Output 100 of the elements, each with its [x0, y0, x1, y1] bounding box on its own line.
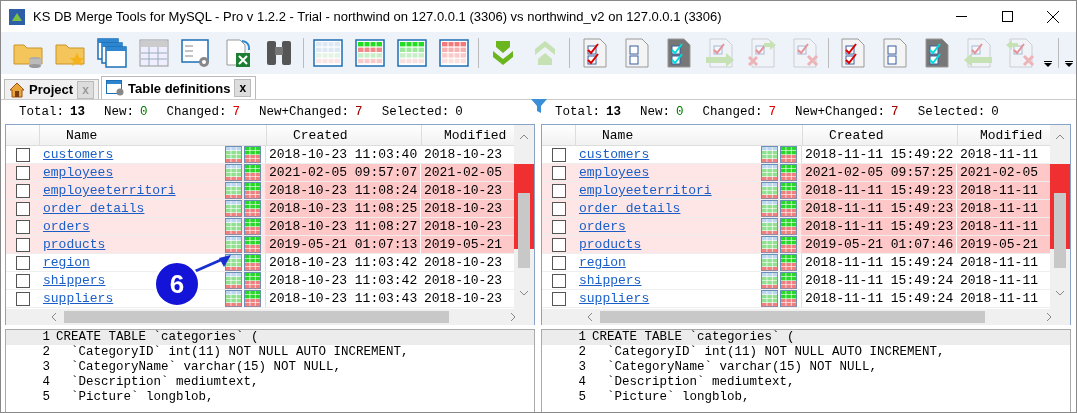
table-row[interactable]: employeeterritori 2018-10-23 11:08:24 2018-10-23: [6, 182, 514, 200]
table-row[interactable]: orders 2018-10-23 11:08:27 2018-10-23: [6, 218, 514, 236]
checkbox[interactable]: [15, 291, 30, 306]
stat-value: 0: [140, 105, 148, 119]
table-settings-icon[interactable]: [179, 37, 212, 69]
checkbox[interactable]: [15, 237, 30, 252]
checkbox[interactable]: [551, 183, 566, 198]
checkbox[interactable]: [551, 291, 566, 306]
checkbox[interactable]: [551, 165, 566, 180]
column-header[interactable]: Name: [576, 125, 803, 145]
overflow-icon[interactable]: [1044, 61, 1053, 67]
table-name-link[interactable]: employees: [39, 165, 114, 180]
table-name-link[interactable]: shippers: [39, 273, 106, 288]
checkbox[interactable]: [551, 147, 566, 162]
created-cell: 2021-02-05 09:57:25: [802, 164, 957, 181]
column-header[interactable]: Created: [803, 125, 958, 145]
checkbox[interactable]: [15, 255, 30, 270]
table-name-link[interactable]: employeeterritori: [39, 183, 176, 198]
diff-grid-icon[interactable]: [354, 37, 387, 69]
created-cell: 2018-11-11 15:49:23: [802, 182, 957, 199]
checkbox[interactable]: [551, 237, 566, 252]
data-grid-icon: [780, 164, 797, 181]
table-name-link[interactable]: products: [39, 237, 106, 252]
table-name-link[interactable]: suppliers: [575, 291, 650, 306]
table-name-link[interactable]: employees: [575, 165, 650, 180]
filter-icon[interactable]: [531, 99, 547, 113]
overflow-icon[interactable]: [1065, 61, 1074, 67]
table-icon: [761, 182, 778, 199]
tab-close-button[interactable]: x: [234, 79, 252, 97]
table-name-link[interactable]: customers: [575, 147, 650, 162]
table-row[interactable]: customers 2018-10-23 11:03:40 2018-10-23: [6, 146, 514, 164]
table-name-link[interactable]: orders: [39, 219, 90, 234]
stat-label: Changed:: [166, 105, 227, 119]
checkbox[interactable]: [551, 255, 566, 270]
removed-rows-grid-icon[interactable]: [438, 37, 471, 69]
table-name-link[interactable]: order details: [39, 201, 145, 216]
table-name-link[interactable]: orders: [575, 219, 626, 234]
column-header[interactable]: Name: [40, 125, 267, 145]
maximize-icon[interactable]: [1001, 11, 1013, 22]
checkbox[interactable]: [15, 201, 30, 216]
table-settings-icon: [106, 80, 125, 96]
modified-cell: 2019-05-21: [421, 236, 514, 253]
code-line: `CategoryID` int(11) NOT NULL AUTO INCREMENT,: [606, 345, 945, 360]
checkbox[interactable]: [551, 201, 566, 216]
minimize-icon[interactable]: [955, 16, 967, 17]
table-row[interactable]: suppliers 2018-11-11 15:49:24 2018-11-11: [542, 290, 1050, 308]
table-name-link[interactable]: region: [39, 255, 90, 270]
table-row[interactable]: shippers 2018-11-11 15:49:24 2018-11-11: [542, 272, 1050, 290]
added-rows-grid-icon[interactable]: [396, 37, 429, 69]
table-name-link[interactable]: products: [575, 237, 642, 252]
close-icon[interactable]: [1047, 10, 1059, 23]
table-name-link[interactable]: customers: [39, 147, 114, 162]
code-line: `Description` mediumtext,: [70, 375, 259, 390]
tab[interactable]: Table definitions x: [101, 76, 257, 99]
table-name-link[interactable]: shippers: [575, 273, 642, 288]
sql-editor[interactable]: 1 CREATE TABLE `categories` ( 2 `CategoryID` int(11) NOT NULL AUTO INCREMENT, 3 `CategoryName` varchar(15) NOT NULL, 4 `Description` mediumtext, 5 `Picture` longblob,: [5, 329, 535, 412]
table-name-link[interactable]: suppliers: [39, 291, 114, 306]
code-line: `CategoryName` varchar(15) NOT NULL,: [70, 360, 342, 375]
table-icon: [225, 164, 242, 181]
table-row[interactable]: employees 2021-02-05 09:57:25 2021-02-05: [542, 164, 1050, 182]
modified-cell: 2018-10-23: [421, 218, 514, 235]
column-header[interactable]: Created: [267, 125, 422, 145]
callout-badge: 6: [153, 253, 233, 309]
checkbox[interactable]: [15, 273, 30, 288]
table-icon: [225, 182, 242, 199]
tables-icon[interactable]: [95, 37, 128, 69]
checkbox[interactable]: [551, 219, 566, 234]
table-name-link[interactable]: region: [575, 255, 626, 270]
stat-value: 0: [676, 105, 684, 119]
code-line: `CategoryName` varchar(15) NOT NULL,: [606, 360, 878, 375]
table-row[interactable]: employeeterritori 2018-11-11 15:49:23 2018-11-11: [542, 182, 1050, 200]
checkbox[interactable]: [15, 219, 30, 234]
table-name-link[interactable]: order details: [575, 201, 681, 216]
data-grid-icon: [780, 182, 797, 199]
stat-value: 13: [606, 105, 622, 119]
tab[interactable]: Project x: [4, 79, 100, 99]
checkbox[interactable]: [15, 183, 30, 198]
table-row[interactable]: orders 2018-11-11 15:49:23 2018-11-11: [542, 218, 1050, 236]
table-row[interactable]: employees 2021-02-05 09:57:07 2021-02-05: [6, 164, 514, 182]
sql-editor[interactable]: 1 CREATE TABLE `categories` ( 2 `CategoryID` int(11) NOT NULL AUTO INCREMENT, 3 `CategoryName` varchar(15) NOT NULL, 4 `Description` mediumtext, 5 `Picture` longblob,: [541, 329, 1071, 412]
table-row[interactable]: order details 2018-11-11 15:49:23 2018-11-11: [542, 200, 1050, 218]
checkbox[interactable]: [15, 165, 30, 180]
table-row[interactable]: region 2018-11-11 15:49:24 2018-11-11: [542, 254, 1050, 272]
grid-icon[interactable]: [312, 37, 345, 69]
table-row[interactable]: order details 2018-10-23 11:08:25 2018-10-23: [6, 200, 514, 218]
stat-label: New:: [640, 105, 671, 119]
table-row[interactable]: region 2018-10-23 11:03:42 2018-10-23: [6, 254, 514, 272]
checkbox[interactable]: [551, 273, 566, 288]
created-cell: 2018-11-11 15:49:24: [802, 272, 957, 289]
table-row[interactable]: products 2019-05-21 01:07:46 2019-05-21: [542, 236, 1050, 254]
stat-label: Selected:: [917, 105, 986, 119]
table-row[interactable]: customers 2018-11-11 15:49:22 2018-11-11: [542, 146, 1050, 164]
table-row[interactable]: products 2019-05-21 01:07:13 2019-05-21: [6, 236, 514, 254]
data-grid-icon: [244, 182, 261, 199]
data-grid-icon: [244, 272, 261, 289]
modified-cell: 2018-10-23: [421, 182, 514, 199]
table-icon: [761, 254, 778, 271]
table-name-link[interactable]: employeeterritori: [575, 183, 712, 198]
checkbox[interactable]: [15, 147, 30, 162]
modified-cell: 2019-05-21: [957, 236, 1050, 253]
